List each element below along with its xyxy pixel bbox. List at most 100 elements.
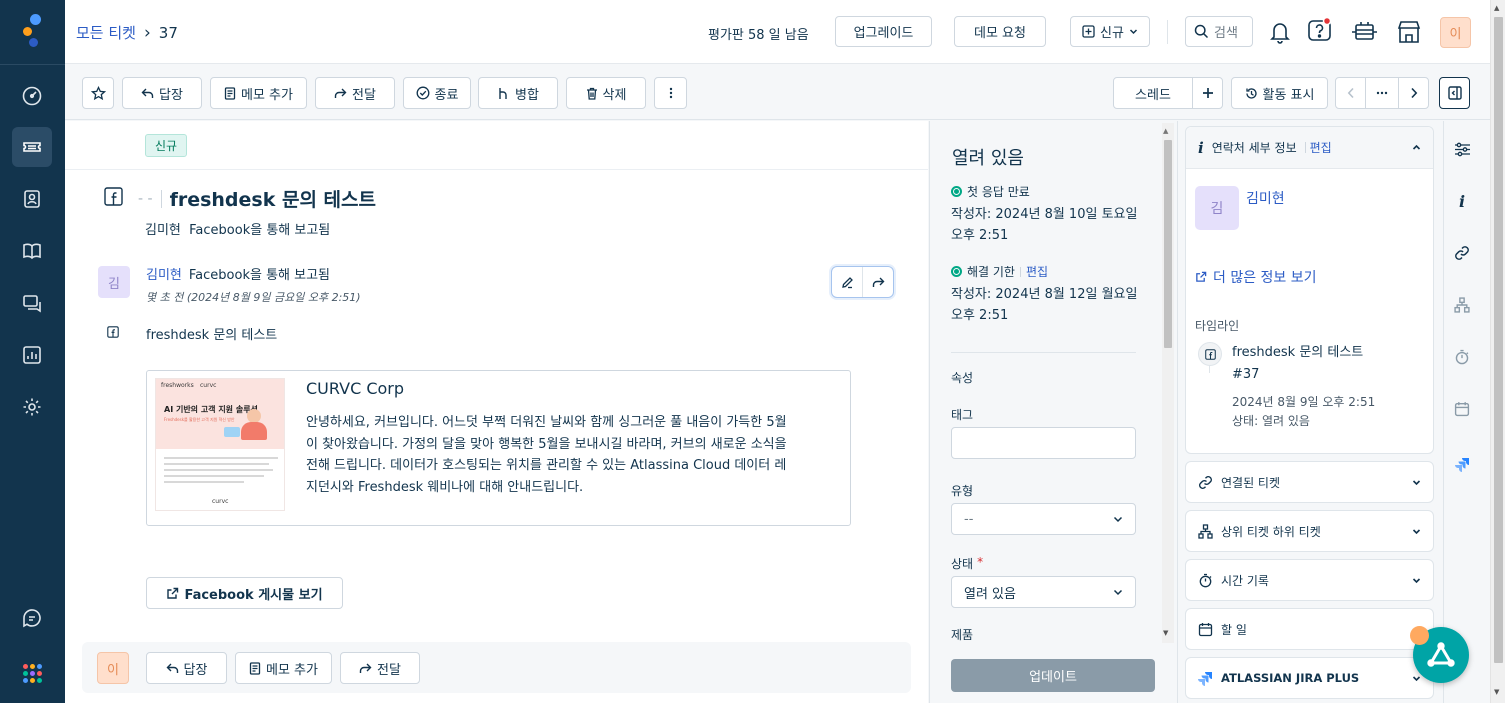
time-log-accordion[interactable]: 시간 기록 (1185, 559, 1434, 601)
tags-label: 태그 (951, 408, 974, 422)
bottom-reply-button[interactable]: 답장 (146, 652, 227, 684)
info-rail-icon[interactable]: i (1450, 189, 1474, 213)
widget-icon[interactable] (1350, 20, 1378, 44)
delete-button[interactable]: 삭제 (566, 77, 646, 109)
thumb-footer: curvc (212, 498, 229, 505)
merge-button[interactable]: 병합 (478, 77, 558, 109)
marketplace-store-icon[interactable] (1396, 19, 1422, 45)
show-activity-button[interactable]: 활동 표시 (1231, 77, 1328, 109)
breadcrumb-all-tickets[interactable]: 모든 티켓 (76, 22, 136, 43)
hierarchy-rail-icon[interactable] (1450, 293, 1474, 317)
contacts-icon[interactable] (12, 179, 52, 219)
merge-icon (497, 87, 510, 100)
next-ticket-button[interactable] (1398, 77, 1429, 109)
thumb-brand-freshworks: freshworks (161, 382, 194, 389)
chat-icon[interactable] (12, 598, 52, 638)
timeline-title[interactable]: freshdesk 문의 테스트 (1232, 341, 1363, 360)
message-facebook-icon (107, 326, 119, 338)
check-circle-icon (416, 86, 430, 100)
link-icon (1198, 475, 1213, 490)
time-log-label: 시간 기록 (1221, 573, 1269, 588)
reply-label: 답장 (159, 87, 183, 103)
contact-name[interactable]: 김미현 (1246, 188, 1285, 208)
window-scrollbar[interactable]: ▲ ▼ (1490, 0, 1505, 703)
more-actions-button[interactable] (654, 77, 687, 109)
tickets-icon[interactable] (12, 127, 52, 167)
green-dot-icon (951, 266, 962, 277)
forums-icon[interactable] (12, 283, 52, 323)
ticket-subject-row: - - freshdesk 문의 테스트 (138, 185, 376, 212)
parent-child-label: 상위 티켓 하위 티켓 (1221, 524, 1321, 539)
jira-rail-icon[interactable] (1450, 452, 1474, 476)
knowledge-base-icon[interactable] (12, 231, 52, 271)
todo-accordion[interactable]: 할 일 (1185, 608, 1434, 650)
first-response-date: 작성자: 2024년 8월 10일 토요일 오후 2:51 (951, 207, 1138, 243)
view-facebook-post-button[interactable]: Facebook 게시물 보기 (146, 577, 343, 609)
first-response-label: 첫 응답 만료 (967, 185, 1030, 199)
tags-input[interactable] (951, 427, 1136, 459)
timeline-facebook-icon (1198, 342, 1222, 366)
type-select[interactable]: -- (951, 503, 1136, 535)
search-button[interactable]: 검색 (1185, 16, 1253, 47)
bottom-forward-button[interactable]: 전달 (340, 652, 420, 684)
hierarchy-icon (1198, 523, 1213, 539)
ticket-list-more-button[interactable] (1365, 77, 1399, 109)
external-link-icon (166, 587, 179, 600)
trash-icon (586, 87, 598, 100)
status-select[interactable]: 열려 있음 (951, 576, 1136, 608)
chevron-up-icon[interactable] (1412, 143, 1421, 152)
breadcrumb-ticket-number: 37 (158, 23, 178, 42)
filter-sliders-icon[interactable] (1450, 137, 1474, 161)
message-avatar: 김 (98, 266, 130, 298)
apps-grid-icon[interactable] (23, 664, 43, 684)
forward-icon (334, 87, 347, 100)
notifications-bell-icon[interactable] (1269, 20, 1291, 44)
calendar-icon (1198, 622, 1213, 637)
resolution-edit-link[interactable]: 편집 (1026, 263, 1048, 280)
reply-icon (141, 87, 154, 100)
bottom-forward-label: 전달 (377, 662, 401, 678)
message-author[interactable]: 김미현 (146, 264, 182, 283)
calendar-rail-icon[interactable] (1450, 397, 1474, 421)
contact-title: 연락처 세부 정보 (1211, 141, 1297, 155)
thread-button[interactable]: 스레드 (1113, 77, 1193, 109)
forward-message-button[interactable] (863, 267, 893, 297)
forward-button[interactable]: 전달 (315, 77, 395, 109)
jira-accordion[interactable]: ATLASSIAN JIRA PLUS (1185, 657, 1434, 699)
reply-button[interactable]: 답장 (122, 77, 202, 109)
more-info-link[interactable]: 더 많은 정보 보기 (1195, 267, 1317, 287)
new-dropdown-button[interactable]: 신규 (1070, 16, 1150, 47)
request-demo-button[interactable]: 데모 요청 (954, 16, 1046, 47)
stopwatch-rail-icon[interactable] (1450, 345, 1474, 369)
bottom-add-note-button[interactable]: 메모 추가 (235, 652, 332, 684)
contact-avatar-initial: 김 (1210, 201, 1224, 217)
chevron-down-icon (1412, 674, 1421, 683)
linked-tickets-accordion[interactable]: 연결된 티켓 (1185, 461, 1434, 503)
help-icon[interactable] (1307, 17, 1333, 45)
edit-message-button[interactable] (832, 267, 863, 297)
toggle-sidebar-button[interactable] (1439, 77, 1470, 109)
add-note-button[interactable]: 메모 추가 (210, 77, 307, 109)
dashboard-icon[interactable] (12, 76, 52, 116)
update-label: 업데이트 (1029, 670, 1077, 685)
close-ticket-button[interactable]: 종료 (403, 77, 471, 109)
prev-ticket-button[interactable] (1335, 77, 1366, 109)
reports-icon[interactable] (12, 335, 52, 375)
properties-scrollbar[interactable]: ▲ ▼ (1162, 123, 1174, 643)
type-value: -- (964, 511, 974, 527)
linked-tickets-label: 연결된 티켓 (1221, 475, 1281, 490)
user-avatar[interactable]: 이 (1440, 17, 1471, 48)
add-thread-button[interactable] (1192, 77, 1223, 109)
settings-gear-icon[interactable] (12, 387, 52, 427)
parent-child-accordion[interactable]: 상위 티켓 하위 티켓 (1185, 510, 1434, 552)
breadcrumb-separator: › (143, 22, 151, 43)
star-icon (90, 85, 106, 101)
update-button[interactable]: 업데이트 (951, 659, 1155, 692)
contact-edit-link[interactable]: 편집 (1310, 139, 1332, 156)
jira-label: ATLASSIAN JIRA PLUS (1221, 671, 1360, 685)
star-button[interactable] (82, 77, 114, 109)
note-icon (224, 86, 236, 100)
upgrade-button[interactable]: 업그레이드 (835, 16, 932, 47)
link-rail-icon[interactable] (1450, 241, 1474, 265)
freshdesk-logo[interactable] (21, 14, 45, 50)
